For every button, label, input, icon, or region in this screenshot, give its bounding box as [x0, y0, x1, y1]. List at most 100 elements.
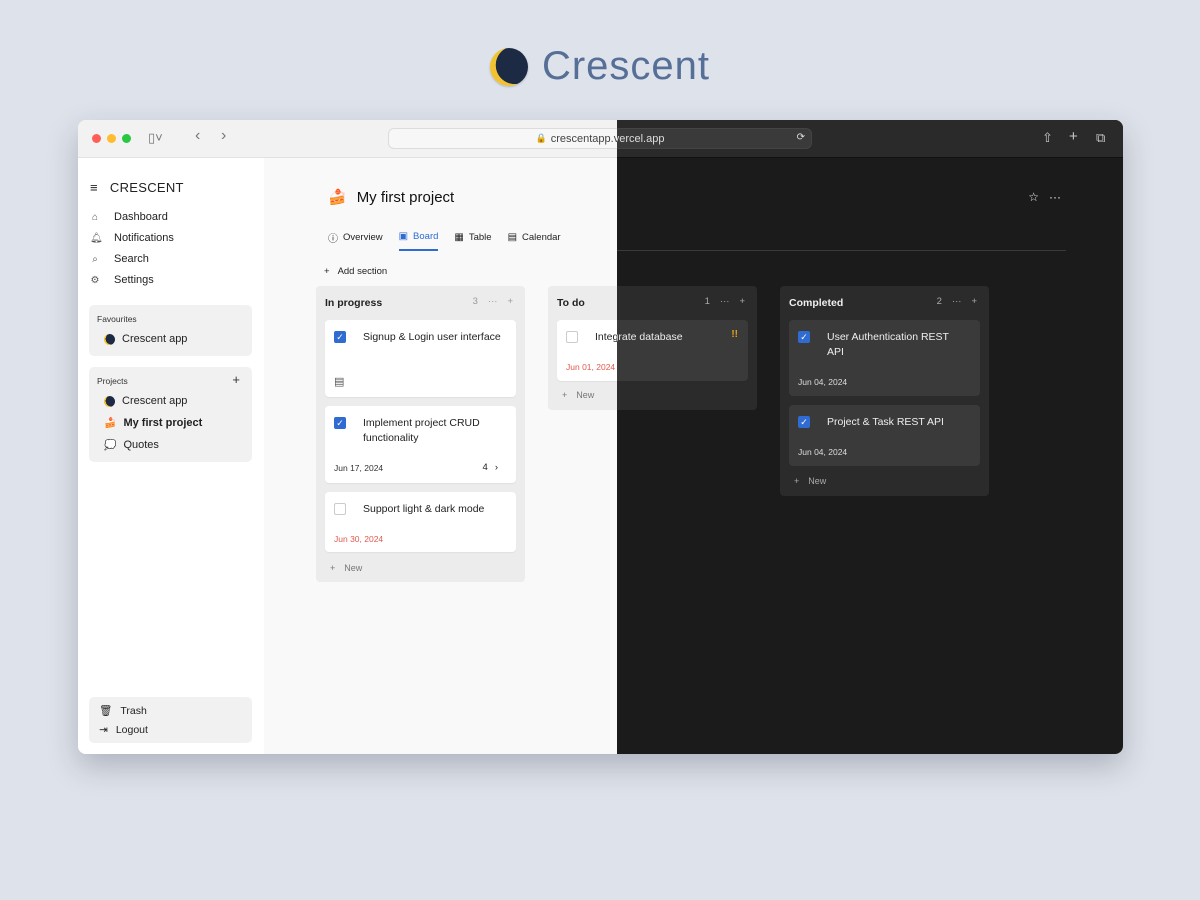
trash-button[interactable]: 🗑 Trash [99, 704, 147, 718]
logout-button[interactable]: ⇥ Logout [99, 724, 148, 736]
minimize-window-button[interactable] [107, 134, 116, 143]
task-card[interactable]: ✓ Project & Task REST API Jun 04, 2024 [789, 405, 980, 466]
home-icon: ⌂ [91, 211, 99, 223]
task-card[interactable]: Integrate database !! Jun 01, 2024 [557, 320, 617, 381]
reload-icon[interactable]: ⟳ [797, 132, 805, 143]
task-due-date: Jun 04, 2024 [798, 377, 848, 387]
task-title: Integrate database [595, 331, 617, 343]
favourite-crescent-app[interactable]: Crescent app [104, 333, 187, 345]
nav-dashboard[interactable]: ⌂ Dashboard [90, 211, 168, 223]
projects-title: Projects [97, 376, 128, 386]
brand-header: Crescent [0, 44, 1200, 89]
new-tab-icon[interactable]: + [1069, 128, 1078, 145]
logout-icon: ⇥ [99, 724, 108, 736]
column-to-do-dark: To do 1 ··· + Integrate database !! Jun … [617, 286, 757, 410]
add-card-icon[interactable]: + [971, 296, 977, 307]
tab-table[interactable]: ▦ Table [454, 230, 491, 251]
main-content-dark: ☆ ··· To do 1 ··· + Integrate database [617, 158, 1123, 754]
browser-toolbar: ▯˅ ‹ › 🔒 crescentapp.vercel.app [78, 120, 617, 158]
column-title: In progress [325, 297, 383, 309]
task-card[interactable]: ✓ User Authentication REST API Jun 04, 2… [789, 320, 980, 396]
cake-icon: 🍰 [328, 189, 347, 206]
brand-name: Crescent [541, 44, 711, 88]
project-crescent-app[interactable]: Crescent app [104, 395, 187, 407]
plus-icon: + [562, 390, 568, 400]
task-title: Support light & dark mode [363, 503, 485, 515]
task-checkbox[interactable]: ✓ [334, 331, 346, 343]
column-count: 1 [704, 296, 710, 307]
address-bar[interactable]: 🔒 crescentapp.vercel.app [388, 128, 617, 149]
calendar-icon: ▤ [507, 232, 518, 243]
new-card-button[interactable]: + New [330, 563, 362, 573]
close-window-button[interactable] [92, 134, 101, 143]
browser-toolbar-dark: 🔒 crescentapp.vercel.app ⟳ ⇧ + ⧉ [617, 120, 1123, 158]
task-card[interactable]: ✓ Implement project CRUD functionality J… [325, 406, 516, 483]
menu-icon[interactable]: ≡ [90, 180, 98, 195]
star-icon[interactable]: ☆ [1028, 190, 1039, 204]
column-title: Completed [789, 297, 844, 309]
nav-search[interactable]: ⌕ Search [90, 253, 149, 265]
maximize-window-button[interactable] [122, 134, 131, 143]
more-icon[interactable]: ··· [720, 296, 730, 307]
nav-notifications[interactable]: 🔔︎ Notifications [90, 232, 174, 244]
dark-mode-view: 🔒 crescentapp.vercel.app ⟳ ⇧ + ⧉ ☆ ··· T… [617, 120, 1123, 754]
light-mode-view: ▯˅ ‹ › 🔒 crescentapp.vercel.app ≡ CRESCE… [78, 120, 617, 754]
add-card-icon[interactable]: + [739, 296, 745, 307]
column-actions: 3 ··· + [473, 296, 513, 307]
cake-icon: 🍰 [104, 417, 117, 429]
task-card[interactable]: Support light & dark mode Jun 30, 2024 [325, 492, 516, 552]
address-bar-dark[interactable]: 🔒 crescentapp.vercel.app ⟳ [617, 128, 812, 149]
board-icon: ▣ [398, 231, 409, 242]
share-icon[interactable]: ⇧ [1042, 130, 1053, 146]
column-count: 3 [472, 296, 478, 307]
column-to-do: To do 1 ··· + Integrate database !! Jun … [548, 286, 617, 410]
nav-settings[interactable]: ⚙ Settings [90, 274, 154, 286]
main-content: 🍰 My first project ⓘ Overview ▣ Board ▦ Tab… [264, 158, 617, 754]
sidebar-bottom-group: 🗑 Trash ⇥ Logout [89, 697, 252, 743]
app-title: CRESCENT [109, 180, 184, 195]
calendar-icon[interactable]: ▤ [334, 375, 344, 388]
task-checkbox[interactable]: ✓ [798, 416, 810, 428]
more-icon[interactable]: ··· [1049, 190, 1061, 204]
tab-calendar[interactable]: ▤ Calendar [508, 230, 561, 251]
view-tabs: ⓘ Overview ▣ Board ▦ Table ▤ Calendar [328, 230, 561, 251]
column-actions: 2 ··· + [937, 296, 977, 307]
add-project-icon[interactable]: + [232, 372, 240, 387]
task-title: Signup & Login user interface [363, 331, 501, 343]
new-card-button[interactable]: + New [562, 390, 594, 400]
task-checkbox[interactable]: ✓ [798, 331, 810, 343]
info-icon: ⓘ [328, 234, 338, 245]
more-icon[interactable]: ··· [488, 296, 498, 307]
favourites-title: Favourites [97, 314, 137, 324]
task-checkbox[interactable] [566, 331, 578, 343]
task-checkbox[interactable] [334, 503, 346, 515]
tab-overview[interactable]: ⓘ Overview [328, 230, 383, 251]
trash-icon: 🗑 [99, 705, 113, 717]
more-icon[interactable]: ··· [952, 296, 962, 307]
bell-icon: 🔔︎ [90, 232, 103, 244]
new-card-button[interactable]: + New [794, 476, 826, 486]
subtask-count[interactable]: 4 › [483, 462, 498, 473]
sidebar-toggle-icon[interactable]: ▯˅ [148, 130, 163, 146]
add-card-icon[interactable]: + [507, 296, 513, 307]
add-section-button[interactable]: + Add section [324, 266, 387, 277]
task-checkbox[interactable]: ✓ [334, 417, 346, 429]
plus-icon: + [330, 563, 336, 573]
project-quotes[interactable]: 💭 Quotes [104, 439, 159, 451]
sidebar: ≡ CRESCENT ⌂ Dashboard 🔔︎ Notifications … [78, 158, 264, 754]
tab-board[interactable]: ▣ Board [398, 230, 439, 251]
forward-icon[interactable]: › [221, 127, 226, 145]
task-due-date: Jun 01, 2024 [566, 362, 616, 372]
plus-icon: + [324, 266, 330, 277]
task-card[interactable]: ✓ Signup & Login user interface ▤ [325, 320, 516, 397]
crescent-logo-icon [489, 47, 528, 86]
back-icon[interactable]: ‹ [195, 127, 200, 145]
browser-window: ▯˅ ‹ › 🔒 crescentapp.vercel.app ≡ CRESCE… [78, 120, 1123, 754]
task-due-date: Jun 04, 2024 [798, 447, 848, 457]
task-card[interactable]: Integrate database !! Jun 01, 2024 [617, 320, 748, 381]
tabs-overview-icon[interactable]: ⧉ [1096, 130, 1105, 146]
task-title: User Authentication REST API [827, 331, 949, 358]
page-title: 🍰 My first project [328, 188, 455, 207]
project-my-first-project[interactable]: 🍰 My first project [104, 417, 202, 429]
url-text: crescentapp.vercel.app [617, 132, 665, 145]
